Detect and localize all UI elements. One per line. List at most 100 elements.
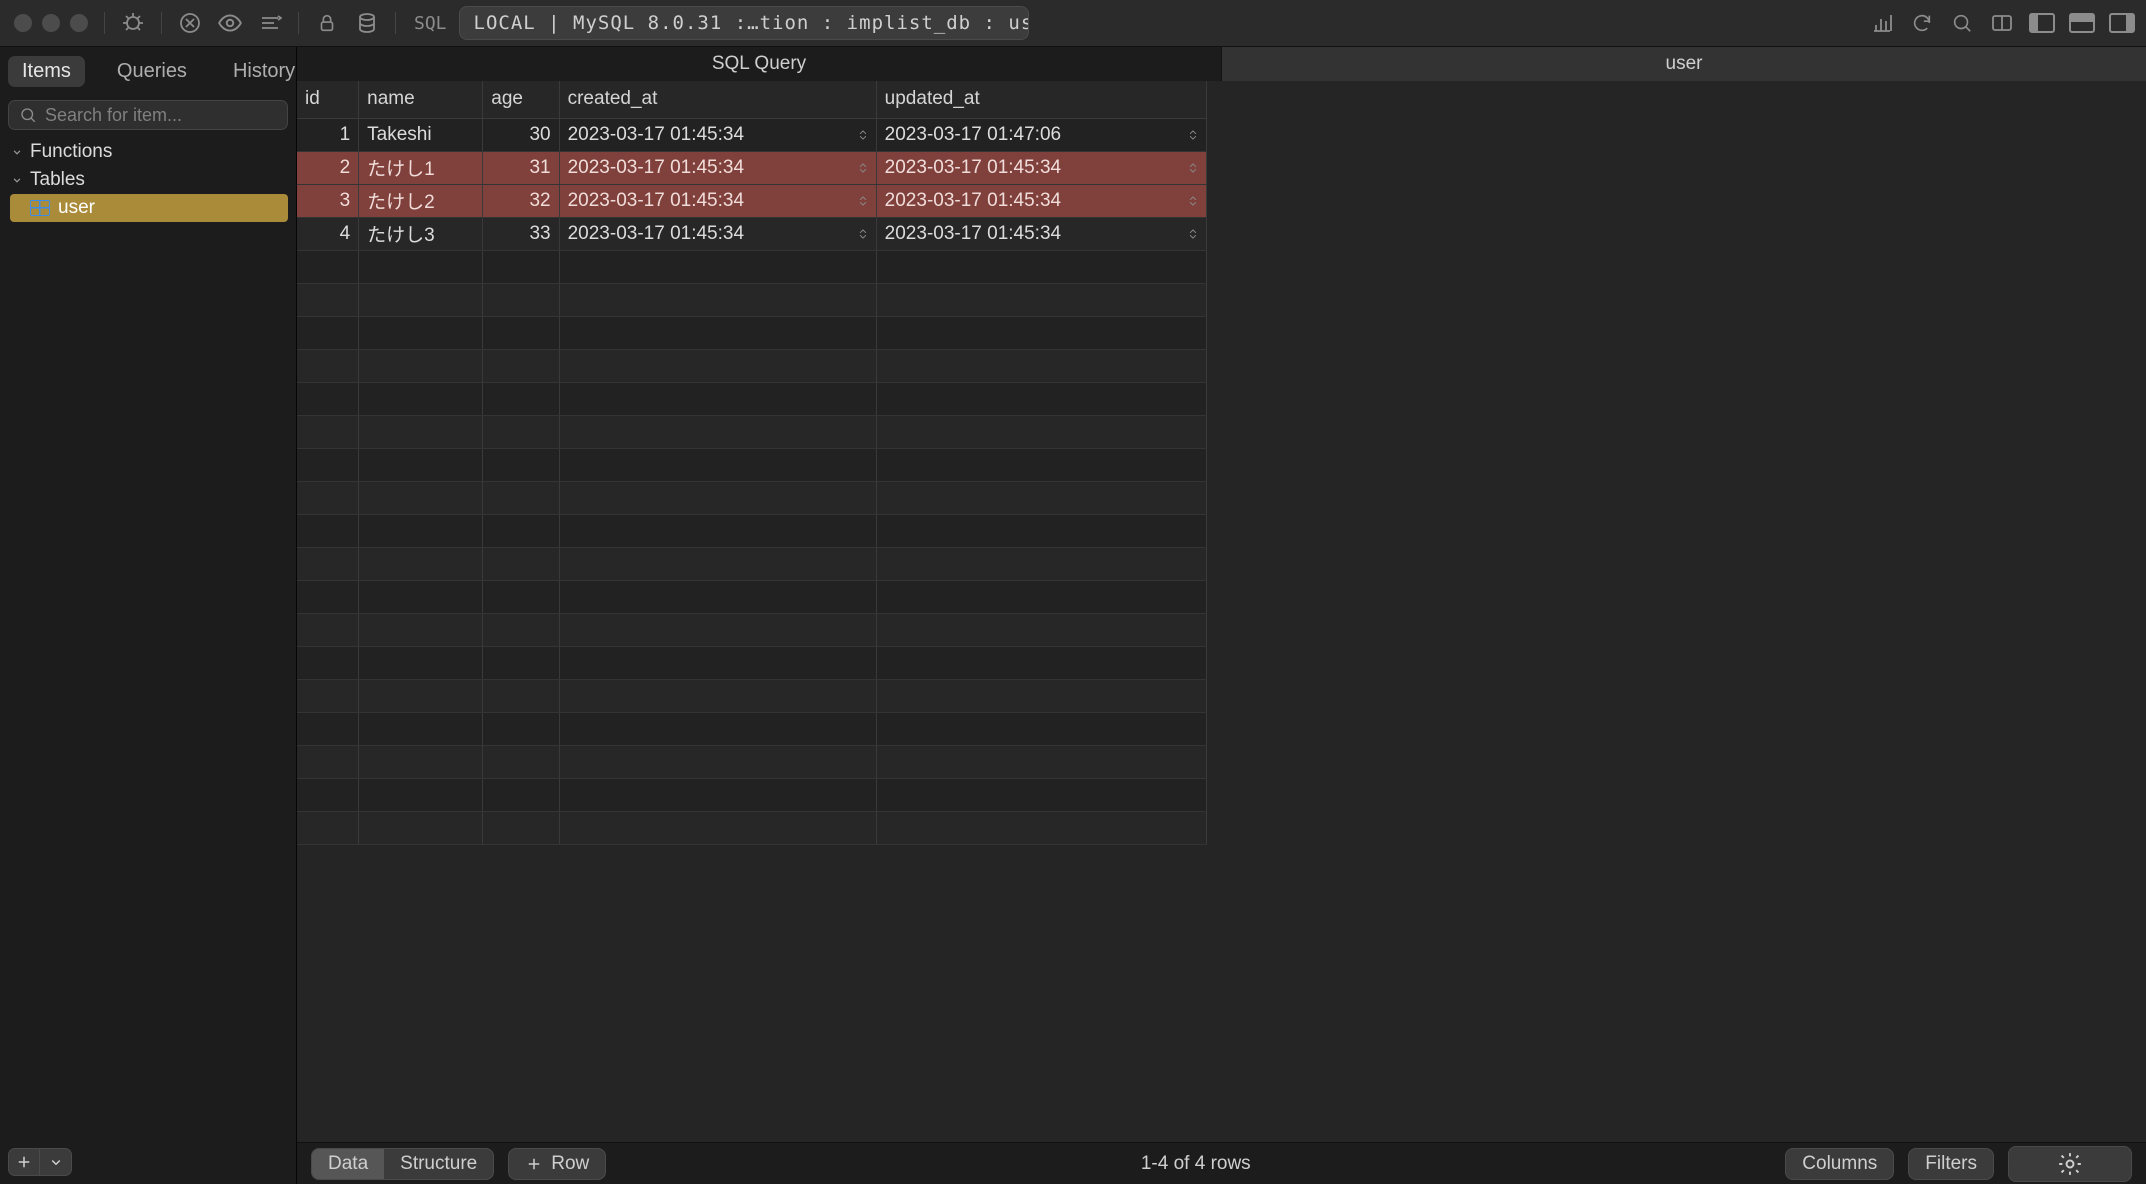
cell-created-at[interactable]: 2023-03-17 01:45:34 [559, 217, 876, 250]
stepper-icon[interactable] [1186, 224, 1200, 244]
columns-button[interactable]: Columns [1785, 1148, 1894, 1180]
next-page-button[interactable] [2099, 1147, 2131, 1173]
stepper-icon[interactable] [1186, 158, 1200, 178]
table-icon [30, 200, 50, 216]
add-button[interactable] [8, 1148, 40, 1176]
tree-section-tables[interactable]: Tables [4, 166, 292, 194]
format-icon[interactable] [252, 5, 288, 41]
tab-user[interactable]: user [1222, 47, 2146, 81]
cell-updated-at[interactable]: 2023-03-17 01:45:34 [876, 151, 1206, 184]
sidebar-tabs: Items Queries History [8, 54, 288, 88]
stepper-icon[interactable] [856, 158, 870, 178]
page-nav [2008, 1146, 2132, 1182]
add-row-button[interactable]: Row [508, 1148, 606, 1180]
cell-age[interactable]: 33 [483, 217, 559, 250]
search-input[interactable] [45, 105, 277, 126]
cell-name[interactable]: たけし1 [359, 151, 483, 184]
stepper-icon[interactable] [856, 191, 870, 211]
table-row-empty [297, 316, 1207, 349]
cell-created-at[interactable]: 2023-03-17 01:45:34 [559, 118, 876, 151]
prev-page-button[interactable] [2009, 1147, 2041, 1173]
table-row[interactable]: 1Takeshi302023-03-17 01:45:342023-03-17 … [297, 118, 1207, 151]
minimize-window-dot[interactable] [42, 14, 60, 32]
cell-name[interactable]: たけし3 [359, 217, 483, 250]
more-button[interactable] [40, 1148, 72, 1176]
database-icon[interactable] [349, 5, 385, 41]
cell-age[interactable]: 32 [483, 184, 559, 217]
table-row-empty [297, 382, 1207, 415]
panel-right-icon[interactable] [2104, 5, 2140, 41]
cell-age[interactable]: 30 [483, 118, 559, 151]
cell-id[interactable]: 1 [297, 118, 359, 151]
separator [395, 12, 396, 34]
table-row[interactable]: 2たけし1312023-03-17 01:45:342023-03-17 01:… [297, 151, 1207, 184]
col-age[interactable]: age [483, 81, 559, 118]
stepper-icon[interactable] [856, 224, 870, 244]
cell-created-at[interactable]: 2023-03-17 01:45:34 [559, 184, 876, 217]
chart-icon[interactable] [1864, 5, 1900, 41]
sidebar-tab-queries[interactable]: Queries [103, 56, 201, 87]
main-tabs: SQL Query user [297, 47, 2146, 81]
table-row[interactable]: 4たけし3332023-03-17 01:45:342023-03-17 01:… [297, 217, 1207, 250]
col-updated-at[interactable]: updated_at [876, 81, 1206, 118]
table-row-empty [297, 514, 1207, 547]
cell-updated-at[interactable]: 2023-03-17 01:47:06 [876, 118, 1206, 151]
sidebar-search[interactable] [8, 100, 288, 130]
stepper-icon[interactable] [856, 125, 870, 145]
cell-updated-at[interactable]: 2023-03-17 01:45:34 [876, 217, 1206, 250]
separator [298, 12, 299, 34]
filters-button[interactable]: Filters [1908, 1148, 1994, 1180]
col-name[interactable]: name [359, 81, 483, 118]
table-row[interactable]: 3たけし2322023-03-17 01:45:342023-03-17 01:… [297, 184, 1207, 217]
table-row-empty [297, 712, 1207, 745]
table-row-empty [297, 250, 1207, 283]
col-id[interactable]: id [297, 81, 359, 118]
cell-age[interactable]: 31 [483, 151, 559, 184]
panel-bottom-icon[interactable] [2064, 5, 2100, 41]
zoom-window-dot[interactable] [70, 14, 88, 32]
process-icon[interactable] [115, 5, 151, 41]
split-icon[interactable] [1984, 5, 2020, 41]
tree-section-label: Functions [30, 141, 112, 163]
sql-label: SQL [406, 13, 455, 34]
eye-icon[interactable] [212, 5, 248, 41]
add-row-label: Row [551, 1153, 589, 1175]
cell-name[interactable]: Takeshi [359, 118, 483, 151]
sidebar-tab-history[interactable]: History [219, 56, 309, 87]
cancel-icon[interactable] [172, 5, 208, 41]
tree-item-user[interactable]: user [10, 194, 288, 222]
lock-icon[interactable] [309, 5, 345, 41]
data-table: id name age created_at updated_at 1Takes… [297, 81, 1207, 845]
view-structure-button[interactable]: Structure [384, 1149, 493, 1179]
table-row-empty [297, 778, 1207, 811]
cell-id[interactable]: 3 [297, 184, 359, 217]
stepper-icon[interactable] [1186, 125, 1200, 145]
search-icon[interactable] [1944, 5, 1980, 41]
table-row-empty [297, 679, 1207, 712]
window-traffic-lights [6, 14, 94, 32]
view-data-button[interactable]: Data [312, 1149, 384, 1179]
tab-sql-query[interactable]: SQL Query [297, 47, 1222, 81]
close-window-dot[interactable] [14, 14, 32, 32]
cell-name[interactable]: たけし2 [359, 184, 483, 217]
sidebar-tab-items[interactable]: Items [8, 56, 85, 87]
table-row-empty [297, 646, 1207, 679]
cell-created-at[interactable]: 2023-03-17 01:45:34 [559, 151, 876, 184]
cell-id[interactable]: 4 [297, 217, 359, 250]
refresh-icon[interactable] [1904, 5, 1940, 41]
cell-id[interactable]: 2 [297, 151, 359, 184]
breadcrumb[interactable]: LOCAL | MySQL 8.0.31 :…tion : implist_db… [459, 6, 1029, 40]
tree-section-functions[interactable]: Functions [4, 138, 292, 166]
settings-button[interactable] [2041, 1147, 2099, 1181]
data-grid[interactable]: id name age created_at updated_at 1Takes… [297, 81, 2146, 1142]
table-row-empty [297, 481, 1207, 514]
sidebar-bottom-controls [0, 1140, 296, 1184]
col-created-at[interactable]: created_at [559, 81, 876, 118]
table-row-empty [297, 448, 1207, 481]
cell-updated-at[interactable]: 2023-03-17 01:45:34 [876, 184, 1206, 217]
separator [161, 12, 162, 34]
tree-section-label: Tables [30, 169, 85, 191]
separator [104, 12, 105, 34]
stepper-icon[interactable] [1186, 191, 1200, 211]
panel-left-icon[interactable] [2024, 5, 2060, 41]
